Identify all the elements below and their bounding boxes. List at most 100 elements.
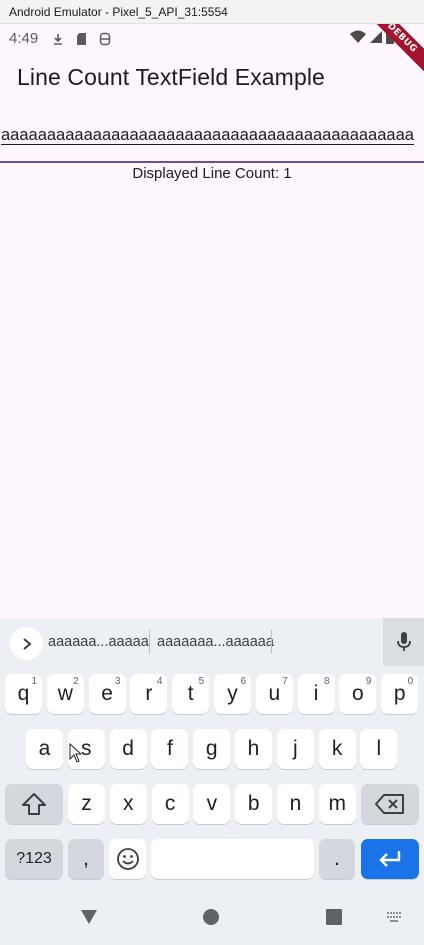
key-row2-5[interactable]: h: [235, 729, 272, 769]
symbols-key[interactable]: ?123: [5, 839, 63, 879]
key-row3-4[interactable]: b: [235, 784, 273, 824]
shift-icon: [22, 793, 46, 815]
key-label: u: [268, 682, 281, 705]
wifi-icon: [350, 30, 366, 43]
period-key[interactable]: .: [319, 839, 355, 879]
status-bar: 4:49 DEBUG: [0, 24, 424, 80]
key-row3-5[interactable]: n: [277, 784, 314, 824]
key-row1-1[interactable]: w2: [46, 674, 84, 714]
key-hint: 5: [198, 676, 205, 687]
device-screen: 4:49 DEBUG Line Count TextField Example: [0, 24, 424, 945]
key-row1-6[interactable]: u7: [255, 674, 293, 714]
key-row2-8[interactable]: l: [360, 729, 398, 769]
suggestion-2[interactable]: aaaaaaa...aaaaaa: [157, 634, 274, 650]
key-hint: 2: [73, 676, 79, 687]
key-label: h: [247, 737, 260, 760]
mouse-cursor-icon: [69, 743, 83, 763]
key-label: a: [38, 737, 51, 760]
enter-key[interactable]: [361, 839, 419, 879]
emoji-icon: [116, 848, 139, 870]
enter-icon: [379, 851, 401, 867]
line-count-text-field[interactable]: aaaaaaaaaaaaaaaaaaaaaaaaaaaaaaaaaaaaaaaa…: [0, 120, 424, 163]
chevron-right-icon: [22, 637, 32, 650]
line-count-label: Displayed Line Count: 1: [132, 165, 292, 182]
key-label: g: [205, 737, 218, 760]
key-label: k: [331, 737, 343, 760]
key-label: l: [376, 737, 382, 760]
key-label: j: [292, 737, 298, 760]
key-row1-8[interactable]: o9: [339, 674, 377, 714]
key-hint: 9: [365, 676, 372, 687]
key-row1-4[interactable]: t5: [172, 674, 210, 714]
key-row3-2[interactable]: c: [151, 784, 189, 824]
key-row2-0[interactable]: a: [26, 729, 63, 769]
shift-key[interactable]: [5, 784, 63, 824]
key-row2-6[interactable]: j: [276, 729, 314, 769]
navigation-bar: [0, 893, 424, 945]
key-hint: 7: [282, 676, 288, 687]
key-row2-3[interactable]: f: [151, 729, 189, 769]
download-icon: [54, 34, 62, 45]
backspace-icon: [375, 794, 404, 814]
key-row3-0[interactable]: z: [68, 784, 105, 824]
cellular-signal-icon: [370, 31, 382, 43]
key-label: m: [328, 792, 347, 815]
key-label: z: [81, 792, 92, 815]
key-row2-4[interactable]: g: [193, 729, 231, 769]
key-label: r: [145, 682, 153, 705]
key-hint: 3: [115, 676, 121, 687]
key-label: d: [122, 737, 134, 760]
suggestion-strip: aaaaaa...aaaaa aaaaaaa...aaaaaa: [0, 618, 424, 666]
key-label: p: [393, 682, 406, 705]
app-bar-title: Line Count TextField Example: [17, 64, 325, 90]
key-hint: 8: [324, 676, 330, 687]
key-label: t: [187, 682, 194, 705]
key-label: n: [289, 792, 302, 815]
key-label: f: [166, 737, 173, 760]
suggestion-divider: [149, 630, 150, 654]
key-row1-7[interactable]: i8: [297, 674, 335, 714]
key-hint: 6: [240, 676, 246, 687]
soft-keyboard: aaaaaa...aaaaa aaaaaaa...aaaaaa q1w2e3r4…: [0, 618, 424, 945]
key-label: q: [17, 682, 30, 705]
emulator-title-bar: Android Emulator - Pixel_5_API_31:5554: [0, 0, 424, 24]
emoji-key[interactable]: [109, 839, 146, 879]
sd-card-icon: [77, 33, 86, 45]
key-row1-0[interactable]: q1: [5, 674, 42, 714]
microphone-icon: [396, 632, 411, 651]
window-title: Android Emulator - Pixel_5_API_31:5554: [9, 5, 228, 19]
key-hint: 4: [156, 676, 163, 687]
key-label: v: [206, 792, 218, 815]
backspace-key[interactable]: [361, 784, 419, 824]
key-row1-3[interactable]: r4: [130, 674, 168, 714]
home-nav-icon[interactable]: [203, 909, 219, 925]
key-label: e: [101, 682, 113, 705]
key-label: y: [227, 682, 238, 705]
back-nav-icon[interactable]: [80, 909, 98, 925]
key-row1-9[interactable]: p0: [381, 674, 419, 714]
key-label: x: [123, 792, 134, 815]
key-row3-6[interactable]: m: [318, 784, 356, 824]
key-row1-2[interactable]: e3: [88, 674, 126, 714]
key-row2-2[interactable]: d: [109, 729, 147, 769]
key-label: c: [164, 792, 176, 815]
key-label: b: [247, 792, 260, 815]
key-row1-5[interactable]: y6: [214, 674, 251, 714]
expand-toolbar-button[interactable]: [10, 627, 43, 660]
key-row3-1[interactable]: x: [109, 784, 147, 824]
recents-nav-icon[interactable]: [326, 909, 342, 925]
key-label: i: [313, 682, 319, 705]
keyboard-switch-icon[interactable]: [387, 912, 403, 922]
key-hint: 1: [31, 676, 37, 687]
voice-input-button[interactable]: [383, 618, 424, 666]
comma-key[interactable]: ,: [68, 839, 104, 879]
suggestion-divider: [271, 630, 272, 654]
text-field-value: aaaaaaaaaaaaaaaaaaaaaaaaaaaaaaaaaaaaaaaa…: [1, 126, 414, 144]
key-row3-3[interactable]: v: [193, 784, 231, 824]
space-key[interactable]: [151, 839, 314, 879]
key-row2-7[interactable]: k: [318, 729, 356, 769]
key-label: w: [57, 682, 73, 705]
key-hint: 0: [407, 676, 414, 687]
key-label: o: [352, 682, 364, 705]
suggestion-1[interactable]: aaaaaa...aaaaa: [48, 634, 149, 650]
